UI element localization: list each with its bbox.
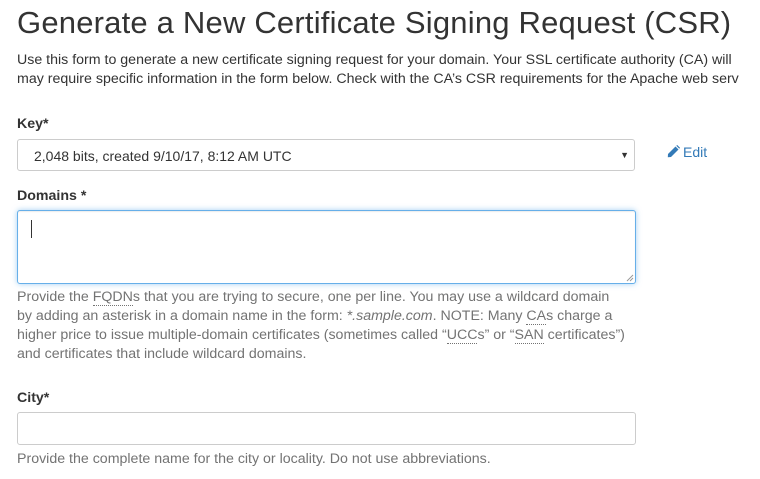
edit-key-link[interactable]: Edit bbox=[666, 143, 707, 161]
san-abbr: SAN bbox=[514, 327, 544, 344]
resize-grip-icon[interactable] bbox=[625, 273, 634, 282]
key-label: Key* bbox=[17, 116, 49, 132]
key-select[interactable]: 2,048 bits, created 9/10/17, 8:12 AM UTC… bbox=[17, 139, 635, 171]
help-line: and certificates that include wildcard d… bbox=[17, 346, 307, 362]
city-input[interactable] bbox=[17, 412, 636, 445]
ucc-abbr: UCC bbox=[446, 327, 478, 344]
caret-down-icon: ▼ bbox=[620, 150, 629, 160]
domains-textarea[interactable] bbox=[17, 210, 636, 284]
city-help-text: Provide the complete name for the city o… bbox=[17, 451, 491, 467]
help-line: Provide the FQDNs that you are trying to… bbox=[17, 289, 610, 306]
intro-text: Use this form to generate a new certific… bbox=[17, 51, 760, 89]
domains-label: Domains * bbox=[17, 188, 87, 204]
fqdn-abbr: FQDN bbox=[92, 289, 133, 306]
edit-key-label: Edit bbox=[683, 144, 708, 160]
intro-line: Use this form to generate a new certific… bbox=[17, 52, 732, 68]
text-caret bbox=[31, 220, 32, 238]
ca-abbr: CA bbox=[526, 308, 547, 325]
city-label: City* bbox=[17, 390, 50, 406]
pencil-icon bbox=[666, 145, 680, 159]
page-title: Generate a New Certificate Signing Reque… bbox=[17, 5, 732, 40]
help-line: higher price to issue multiple-domain ce… bbox=[17, 327, 625, 344]
help-line: by adding an asterisk in a domain name i… bbox=[17, 308, 613, 325]
intro-line: may require specific information in the … bbox=[17, 71, 739, 87]
domains-help-text: Provide the FQDNs that you are trying to… bbox=[17, 288, 625, 364]
key-select-value: 2,048 bits, created 9/10/17, 8:12 AM UTC bbox=[34, 148, 292, 164]
